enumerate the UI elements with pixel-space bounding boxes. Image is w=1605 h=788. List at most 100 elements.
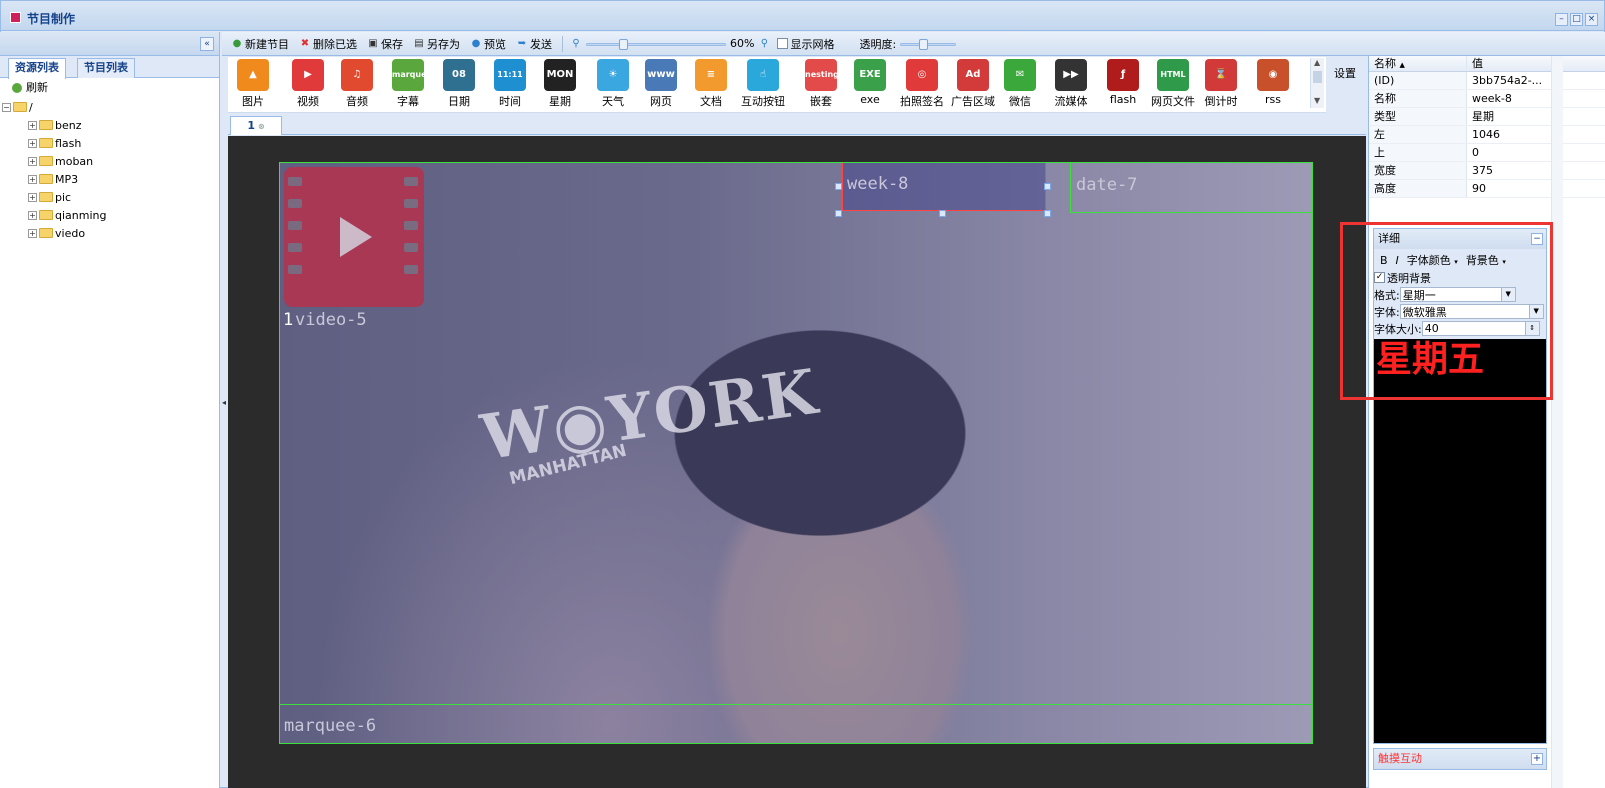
palette-item-weather[interactable]: ☀ 天气: [588, 59, 638, 111]
resize-handle-e[interactable]: [1044, 183, 1051, 190]
property-row[interactable]: 高度 90: [1369, 180, 1605, 198]
palette-item-flash[interactable]: ƒ flash: [1098, 59, 1148, 111]
save-as-button[interactable]: ▤ 另存为: [410, 36, 463, 52]
resize-handle-w[interactable]: [835, 183, 842, 190]
expand-toggle-icon[interactable]: +: [28, 156, 37, 166]
palette-item-music[interactable]: ♫ 音频: [332, 59, 382, 111]
palette-item-webpage[interactable]: www 网页: [636, 59, 686, 111]
property-value[interactable]: 1046: [1467, 126, 1551, 143]
property-value[interactable]: week-8: [1467, 90, 1551, 107]
week-region-selected[interactable]: week-8: [842, 163, 1046, 211]
program-tab-1[interactable]: 1 ⊗: [230, 116, 282, 135]
property-row[interactable]: 宽度 375: [1369, 162, 1605, 180]
minimize-button[interactable]: –: [1555, 13, 1568, 26]
palette-item-hourglass[interactable]: ⌛ 倒计时: [1196, 59, 1246, 111]
palette-item-wechat[interactable]: ✉ 微信: [995, 59, 1045, 111]
close-button[interactable]: ×: [1585, 13, 1598, 26]
tree-root[interactable]: − /: [2, 98, 219, 116]
show-grid-checkbox[interactable]: [777, 38, 789, 49]
tree-folder-mp3[interactable]: + MP3: [28, 170, 219, 188]
property-row[interactable]: 类型 星期: [1369, 108, 1605, 126]
tree-folder-benz[interactable]: + benz: [28, 116, 219, 134]
film-hole: [288, 243, 302, 252]
resize-handle-s[interactable]: [939, 210, 946, 217]
palette-item-calendar[interactable]: 08 日期: [434, 59, 484, 111]
tree-folder-flash[interactable]: + flash: [28, 134, 219, 152]
opacity-slider[interactable]: [900, 38, 957, 50]
property-value[interactable]: 0: [1467, 144, 1551, 161]
tab-resource-list[interactable]: 资源列表: [8, 58, 66, 79]
zoom-slider-thumb[interactable]: [619, 38, 628, 50]
palette-item-ad[interactable]: Ad 广告区域: [948, 59, 998, 111]
palette-item-exe[interactable]: EXE exe: [845, 59, 895, 111]
touch-interaction-panel[interactable]: 触摸互动 +: [1373, 748, 1547, 770]
send-button[interactable]: ➥ 发送: [513, 36, 555, 52]
palette-item-marquee[interactable]: marquee 字幕: [383, 59, 433, 111]
palette-item-picture[interactable]: ▲ 图片: [228, 59, 278, 111]
expand-toggle-icon[interactable]: +: [28, 192, 37, 202]
resize-handle-sw[interactable]: [835, 210, 842, 217]
tree-folder-viedo[interactable]: + viedo: [28, 224, 219, 242]
palette-item-nesting[interactable]: nesting 嵌套: [796, 59, 846, 111]
property-row[interactable]: 左 1046: [1369, 126, 1605, 144]
property-panel-scrollbar[interactable]: [1551, 56, 1563, 788]
expand-toggle-icon[interactable]: +: [28, 174, 37, 184]
scroll-down-icon[interactable]: ▼: [1314, 96, 1320, 105]
zoom-slider[interactable]: [586, 38, 726, 50]
palette-item-document[interactable]: ≡ 文档: [686, 59, 736, 111]
new-program-button[interactable]: ● 新建节目: [228, 36, 292, 52]
program-stage[interactable]: W◉YORK MANHATTAN 1 video-5 date-7 week-8…: [279, 162, 1313, 744]
expand-toggle-icon[interactable]: +: [28, 210, 37, 220]
opacity-slider-thumb[interactable]: [919, 38, 929, 50]
save-button[interactable]: ▣ 保存: [364, 36, 406, 52]
tree-folder-moban[interactable]: + moban: [28, 152, 219, 170]
splitter-collapse-icon[interactable]: ◂: [222, 398, 226, 407]
property-value[interactable]: 375: [1467, 162, 1551, 179]
zoom-out-icon[interactable]: ⚲: [570, 38, 582, 50]
property-value[interactable]: 星期: [1467, 108, 1551, 125]
palette-item-weekday[interactable]: MON 星期: [535, 59, 585, 111]
tree-folder-pic[interactable]: + pic: [28, 188, 219, 206]
film-hole: [288, 199, 302, 208]
expand-touch-button[interactable]: +: [1531, 753, 1543, 765]
scroll-up-icon[interactable]: ▲: [1314, 58, 1320, 67]
property-value[interactable]: 3bb754a2-...: [1467, 72, 1551, 89]
collapse-toggle-icon[interactable]: −: [2, 102, 11, 112]
close-tab-icon[interactable]: ⊗: [258, 122, 265, 131]
expand-toggle-icon[interactable]: +: [28, 228, 37, 238]
zoom-in-icon[interactable]: ⚲: [758, 38, 770, 50]
marquee-region[interactable]: marquee-6: [280, 704, 1312, 743]
refresh-button[interactable]: 刷新: [0, 78, 219, 98]
tree-folder-qianming[interactable]: + qianming: [28, 206, 219, 224]
palette-item-html[interactable]: HTML 网页文件: [1148, 59, 1198, 111]
property-row[interactable]: 上0: [1369, 144, 1605, 162]
resize-handle-se[interactable]: [1044, 210, 1051, 217]
date-region[interactable]: date-7: [1070, 163, 1312, 213]
clock-icon: 11:11: [494, 59, 526, 91]
palette-item-streaming[interactable]: ▶▶ 流媒体: [1046, 59, 1096, 111]
toolbar-separator: [562, 35, 563, 52]
html-icon: HTML: [1157, 59, 1189, 91]
palette-item-video[interactable]: ▶ 视频: [283, 59, 333, 111]
palette-item-clock[interactable]: 11:11 时间: [485, 59, 535, 111]
maximize-button[interactable]: □: [1570, 13, 1583, 26]
expand-toggle-icon[interactable]: +: [28, 138, 37, 148]
property-row[interactable]: 名称 week-8: [1369, 90, 1605, 108]
delete-selected-button[interactable]: ✖ 删除已选: [296, 36, 360, 52]
scroll-thumb[interactable]: [1313, 71, 1322, 83]
preview-button[interactable]: ● 预览: [467, 36, 509, 52]
property-row[interactable]: (ID) 3bb754a2-...: [1369, 72, 1605, 90]
tab-program-list[interactable]: 节目列表: [77, 58, 135, 78]
show-grid-toggle[interactable]: 显示网格: [774, 36, 837, 52]
settings-button[interactable]: 设置: [1334, 65, 1356, 81]
property-name-header[interactable]: 名称 ▲: [1369, 56, 1467, 71]
palette-item-touch-button[interactable]: ☝ 互动按钮: [738, 59, 788, 111]
palette-item-camera-sign[interactable]: ◎ 拍照签名: [897, 59, 947, 111]
property-value[interactable]: 90: [1467, 180, 1551, 197]
collapse-panel-button[interactable]: «: [200, 37, 214, 51]
preview-label: 预览: [484, 37, 506, 51]
expand-toggle-icon[interactable]: +: [28, 120, 37, 130]
video-region-thumbnail[interactable]: [284, 167, 424, 307]
palette-item-rss[interactable]: ◉ rss: [1248, 59, 1298, 111]
palette-scrollbar[interactable]: ▲ ▼: [1310, 58, 1324, 108]
